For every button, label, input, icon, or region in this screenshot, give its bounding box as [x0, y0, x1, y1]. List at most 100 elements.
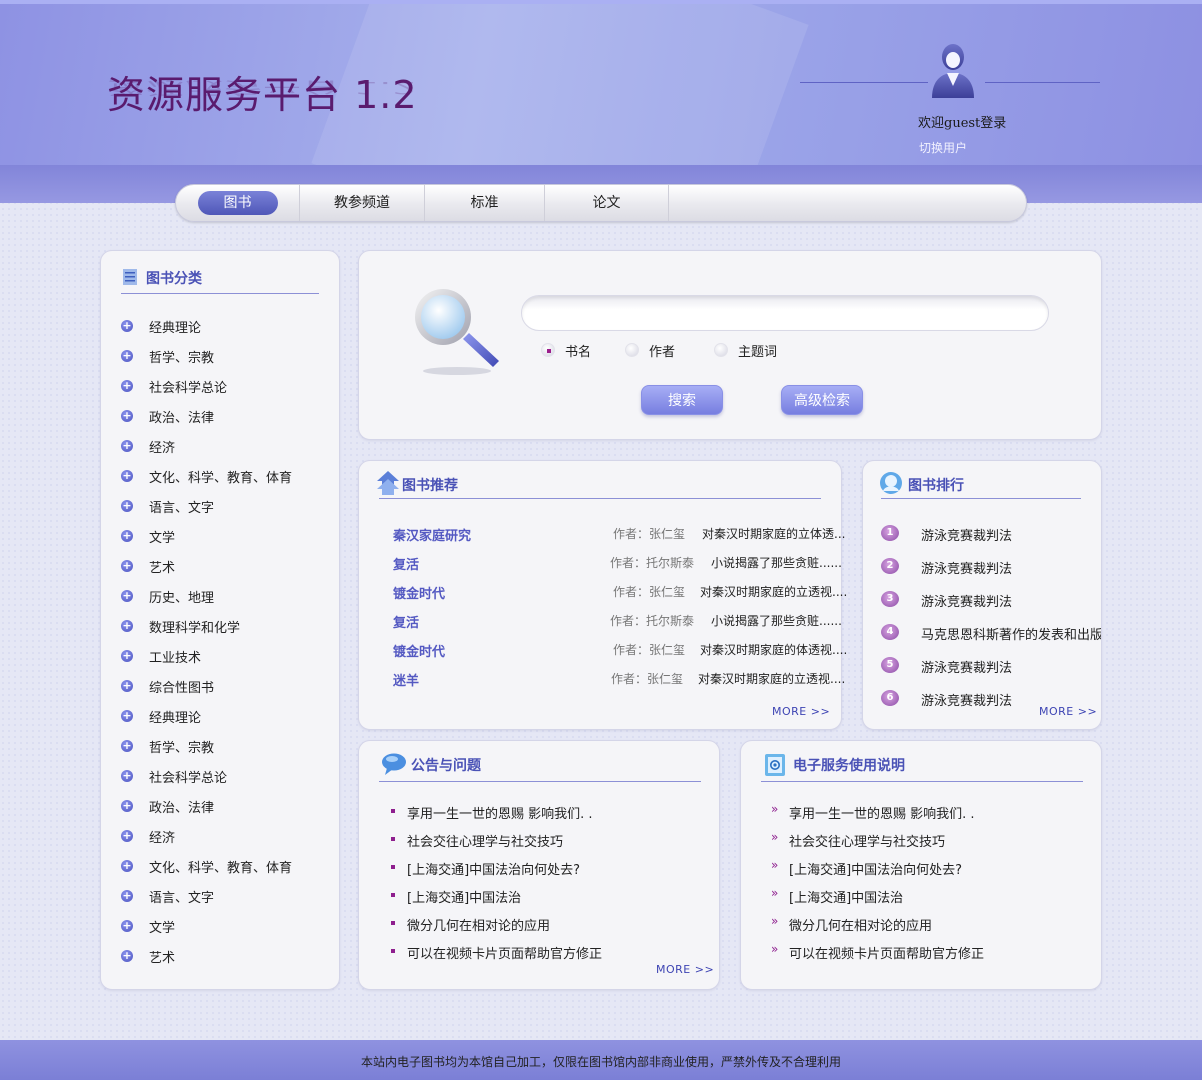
ranking-book-title[interactable]: 游泳竞赛裁判法: [921, 657, 1012, 676]
ranking-more-link[interactable]: MORE >>: [1039, 705, 1097, 718]
category-label: 哲学、宗教: [149, 351, 215, 366]
switch-user-link[interactable]: 切换用户: [919, 139, 967, 156]
user-box: 欢迎guest登录 切换用户: [800, 42, 1100, 162]
ranking-book-title[interactable]: 游泳竞赛裁判法: [921, 558, 1012, 577]
plus-circle-icon: +: [121, 949, 133, 962]
ranking-book-title[interactable]: 游泳竞赛裁判法: [921, 525, 1012, 544]
square-bullet-icon: [391, 921, 395, 925]
category-label: 哲学、宗教: [149, 741, 215, 756]
book-title-link[interactable]: 迷羊: [393, 670, 419, 689]
guide-panel: 电子服务使用说明 » 享用一生一世的恩赐 影响我们. . » 社会交往心理学与社交技巧…: [740, 740, 1102, 990]
category-label: 综合性图书: [149, 681, 215, 696]
guide-item-label: 微分几何在相对论的应用: [789, 919, 933, 934]
plus-circle-icon: +: [121, 619, 133, 632]
recommend-row[interactable]: 复活 作者：托尔斯泰 小说揭露了那些贪赃......: [393, 612, 842, 631]
book-title-link[interactable]: 镀金时代: [393, 641, 445, 660]
ranking-title: 图书排行: [908, 478, 964, 494]
tab-books[interactable]: 图书: [176, 185, 300, 221]
plus-circle-icon: +: [121, 559, 133, 572]
recommend-icon: [377, 471, 399, 495]
category-label: 经典理论: [149, 321, 202, 336]
advanced-search-button[interactable]: 高级检索: [781, 385, 863, 415]
plus-circle-icon: +: [121, 799, 133, 812]
sidebar-title: 图书分类: [146, 271, 202, 287]
category-label: 经济: [149, 831, 176, 846]
category-label: 历史、地理: [149, 591, 215, 606]
notice-item-label: 社会交往心理学与社交技巧: [407, 835, 564, 850]
magnifier-icon: [415, 289, 499, 375]
book-title-link[interactable]: 复活: [393, 612, 419, 631]
double-chevron-icon: »: [771, 830, 779, 844]
book-description: 对秦汉时期家庭的体透视....: [700, 643, 848, 657]
double-chevron-icon: »: [771, 942, 779, 956]
plus-circle-icon: +: [121, 409, 133, 422]
category-sidebar: 图书分类 + 经典理论 + 哲学、宗教 + 社会科学总论 + 政治、法律 + 经济 + 文化、科学、教…: [100, 250, 340, 990]
notice-title: 公告与问题: [411, 758, 481, 774]
book-title-link[interactable]: 秦汉家庭研究: [393, 525, 471, 544]
recommend-row[interactable]: 迷羊 作者：张仁玺 对秦汉时期家庭的立透视....: [393, 670, 845, 689]
notice-item-label: 微分几何在相对论的应用: [407, 919, 551, 934]
notice-item-label: 享用一生一世的恩赐 影响我们. .: [407, 807, 593, 822]
plus-circle-icon: +: [121, 739, 133, 752]
search-input[interactable]: [521, 295, 1049, 331]
plus-circle-icon: +: [121, 439, 133, 452]
category-label: 政治、法律: [149, 801, 215, 816]
recommend-more-link[interactable]: MORE >>: [772, 705, 830, 718]
tab-papers[interactable]: 论文: [545, 185, 669, 221]
site-header: 资源服务平台 1.2 资源服务平台 1.2 欢迎guest登录 切换用户: [0, 0, 1202, 165]
recommend-row[interactable]: 秦汉家庭研究 作者：张仁玺 对秦汉时期家庭的立体透...: [393, 525, 845, 544]
guide-item-label: 社会交往心理学与社交技巧: [789, 835, 946, 850]
book-author: 作者：张仁玺: [613, 527, 686, 541]
recommend-title: 图书推荐: [402, 478, 458, 494]
recommend-panel: 图书推荐 秦汉家庭研究 作者：张仁玺 对秦汉时期家庭的立体透... 复活 作者：托尔斯泰…: [358, 460, 847, 730]
double-chevron-icon: »: [771, 886, 779, 900]
radio-dot[interactable]: [714, 343, 728, 357]
notice-item-label: [上海交通]中国法治向何处去?: [407, 863, 581, 878]
plus-circle-icon: +: [121, 589, 133, 602]
category-label: 艺术: [149, 951, 176, 966]
notice-more-link[interactable]: MORE >>: [656, 963, 714, 976]
notice-item-label: [上海交通]中国法治: [407, 891, 522, 906]
rank-badge: 1: [881, 525, 899, 541]
category-label: 社会科学总论: [149, 381, 228, 396]
square-bullet-icon: [391, 893, 395, 897]
rank-badge: 2: [881, 558, 899, 574]
radio-dot[interactable]: [625, 343, 639, 357]
search-button[interactable]: 搜索: [641, 385, 723, 415]
category-label: 文化、科学、教育、体育: [149, 471, 293, 486]
category-label: 经典理论: [149, 711, 202, 726]
ranking-book-title[interactable]: 马克思恩科斯著作的发表和出版1: [921, 624, 1101, 643]
book-description: 小说揭露了那些贪赃......: [711, 556, 842, 570]
book-description: 对秦汉时期家庭的立体透...: [702, 527, 846, 541]
ranking-book-title[interactable]: 游泳竞赛裁判法: [921, 690, 1012, 709]
recommend-row[interactable]: 镀金时代 作者：张仁玺 对秦汉时期家庭的立透视....: [393, 583, 847, 602]
tab-teaching[interactable]: 教参频道: [300, 185, 425, 221]
rank-badge: 5: [881, 657, 899, 673]
plus-circle-icon: +: [121, 319, 133, 332]
notice-panel: 公告与问题 享用一生一世的恩赐 影响我们. . 社会交往心理学与社交技巧 [上海交通…: [358, 740, 720, 990]
plus-circle-icon: +: [121, 649, 133, 662]
square-bullet-icon: [391, 949, 395, 953]
user-avatar-icon: [932, 44, 974, 98]
book-author: 作者：张仁玺: [613, 643, 686, 657]
search-panel: 书名 作者 主题词 搜索 高级检索: [358, 250, 1102, 440]
square-bullet-icon: [391, 809, 395, 813]
double-chevron-icon: »: [771, 802, 779, 816]
tab-standards[interactable]: 标准: [425, 185, 545, 221]
plus-circle-icon: +: [121, 889, 133, 902]
email-icon: [765, 754, 785, 776]
book-description: 对秦汉时期家庭的立透视....: [698, 672, 846, 686]
ranking-book-title[interactable]: 游泳竞赛裁判法: [921, 591, 1012, 610]
plus-circle-icon: +: [121, 469, 133, 482]
radio-dot-selected[interactable]: [541, 343, 555, 357]
book-title-link[interactable]: 镀金时代: [393, 583, 445, 602]
ranking-icon: [880, 472, 902, 494]
recommend-row[interactable]: 镀金时代 作者：张仁玺 对秦汉时期家庭的体透视....: [393, 641, 847, 660]
book-author: 作者：张仁玺: [613, 585, 686, 599]
notice-item-label: 可以在视频卡片页面帮助官方修正: [407, 947, 603, 962]
book-title-link[interactable]: 复活: [393, 554, 419, 573]
plus-circle-icon: +: [121, 769, 133, 782]
book-description: 对秦汉时期家庭的立透视....: [700, 585, 848, 599]
site-footer: 本站内电子图书均为本馆自己加工，仅限在图书馆内部非商业使用，严禁外传及不合理利用: [0, 1040, 1202, 1080]
recommend-row[interactable]: 复活 作者：托尔斯泰 小说揭露了那些贪赃......: [393, 554, 842, 573]
